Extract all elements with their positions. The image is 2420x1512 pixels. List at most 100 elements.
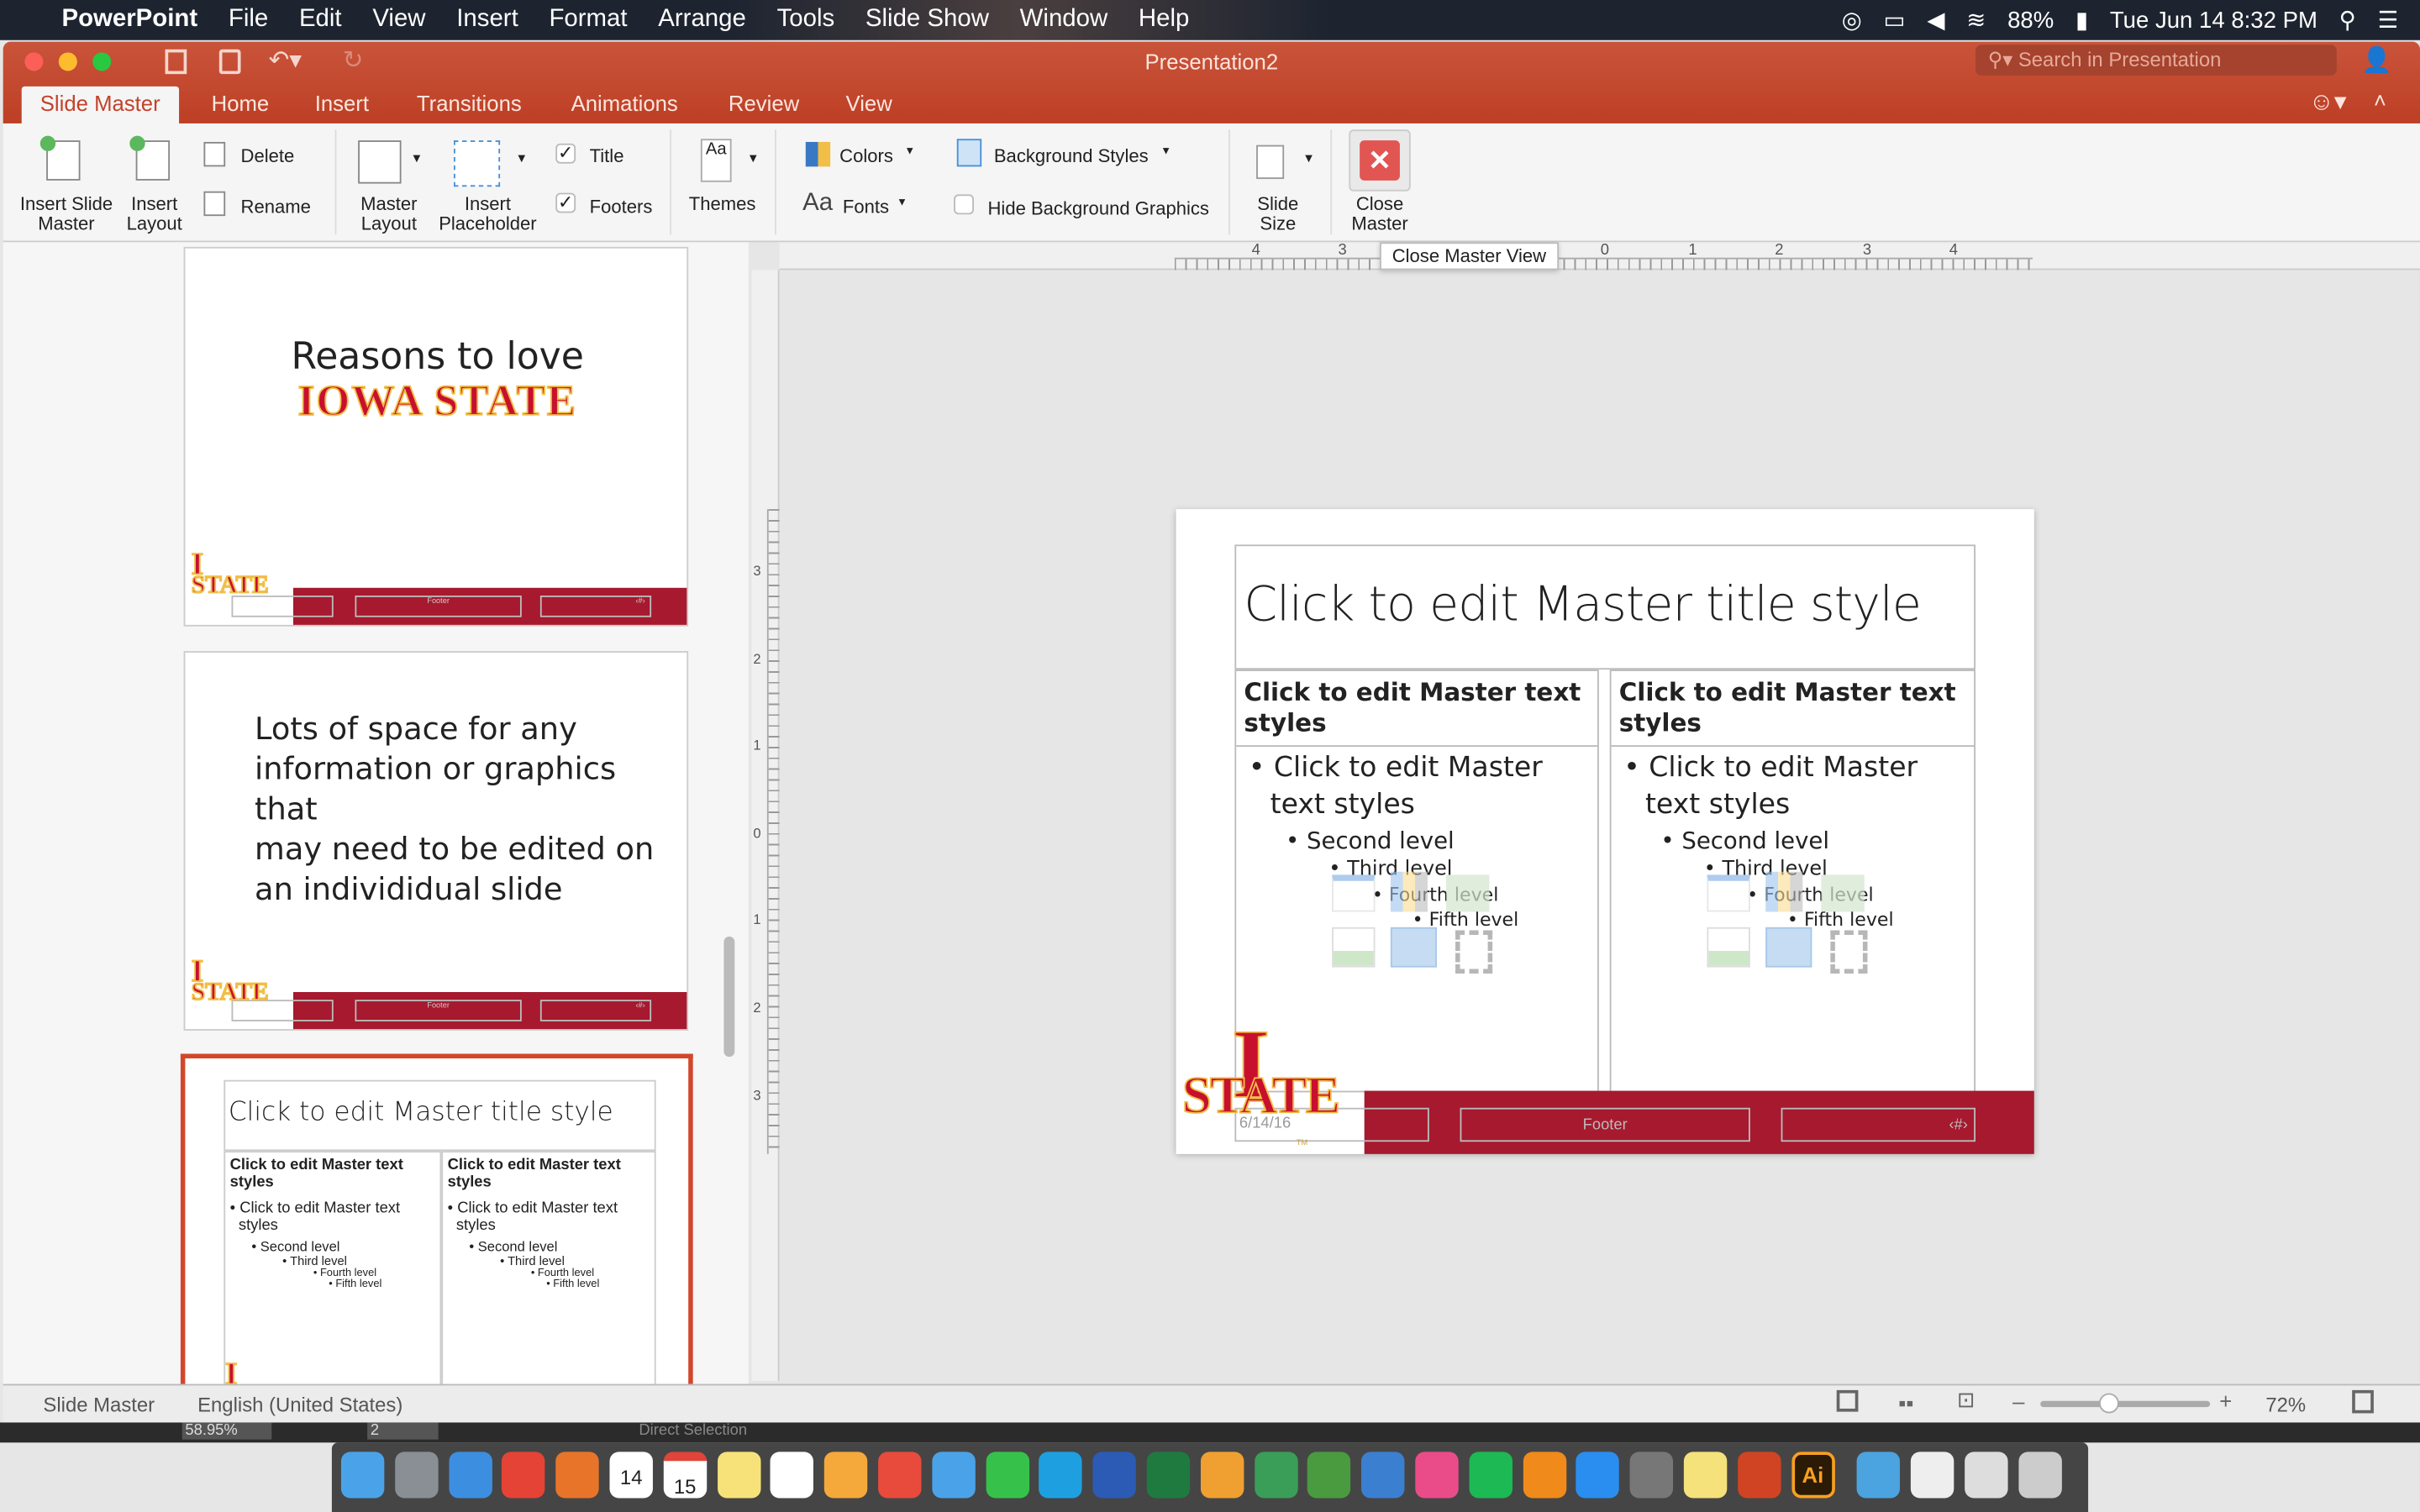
- powerpoint-dock-icon[interactable]: [1737, 1452, 1781, 1499]
- layout-thumbnail-1[interactable]: Reasons to love IOWA STATE Footer ‹#› I …: [183, 246, 689, 627]
- preview-dock-icon[interactable]: [1965, 1452, 2008, 1499]
- normal-view-icon[interactable]: [1836, 1389, 1859, 1412]
- thumbnail-pane-scrollbar[interactable]: [723, 936, 735, 1058]
- zoom-slider[interactable]: [2040, 1393, 2211, 1414]
- zoom-slider-thumb[interactable]: [2098, 1393, 2119, 1414]
- insert-table-icon[interactable]: [1707, 874, 1750, 912]
- numbers-dock-icon[interactable]: [1307, 1452, 1351, 1499]
- excel-dock-icon[interactable]: [1146, 1452, 1191, 1499]
- insert-slide-master-button[interactable]: Insert Slide Master: [15, 133, 117, 238]
- zoom-out-button[interactable]: –: [2012, 1389, 2024, 1413]
- stickies-dock-icon[interactable]: [1683, 1452, 1728, 1499]
- ibooks-dock-icon[interactable]: [1523, 1452, 1566, 1499]
- menu-view[interactable]: View: [372, 6, 425, 34]
- rename-button[interactable]: Rename: [201, 191, 324, 223]
- language-label[interactable]: English (United States): [197, 1394, 402, 1417]
- slide-sorter-icon[interactable]: ▪▪: [1898, 1390, 1913, 1415]
- insert-online-picture-icon[interactable]: [1390, 927, 1437, 968]
- safari-dock-icon[interactable]: [448, 1452, 492, 1499]
- wifi-icon[interactable]: ≋: [1966, 6, 1986, 34]
- menu-format[interactable]: Format: [549, 6, 627, 34]
- photos-dock-icon[interactable]: [824, 1452, 868, 1499]
- title-placeholder[interactable]: Click to edit Master title style: [1234, 544, 1976, 670]
- themes-button[interactable]: Aa ▼ Themes: [682, 133, 763, 238]
- downloads-dock-icon[interactable]: [1857, 1452, 1901, 1499]
- insert-online-picture-icon[interactable]: [1765, 927, 1812, 968]
- creative-cloud-icon[interactable]: ◎: [1842, 6, 1862, 34]
- menu-arrange[interactable]: Arrange: [658, 6, 746, 34]
- chrome-dock-icon[interactable]: [502, 1452, 546, 1499]
- layout-thumbnail-2[interactable]: Lots of space for any information or gra…: [183, 651, 689, 1031]
- insert-picture-icon[interactable]: [1332, 927, 1376, 968]
- horizontal-ruler[interactable]: 4 3 0 1 2 3 4: [779, 242, 2420, 270]
- insert-picture-icon[interactable]: [1707, 927, 1750, 968]
- pages-dock-icon[interactable]: [1200, 1452, 1244, 1499]
- insert-video-icon[interactable]: [1455, 930, 1493, 974]
- feedback-smiley-icon[interactable]: ☺▾: [2309, 87, 2347, 118]
- presenter-view-icon[interactable]: ⊡: [1957, 1387, 1975, 1413]
- footers-checkbox[interactable]: ✓ Footers: [553, 192, 664, 219]
- menu-window[interactable]: Window: [1020, 6, 1108, 34]
- reminders-dock-icon[interactable]: [771, 1452, 814, 1499]
- word-dock-icon[interactable]: [1092, 1452, 1137, 1499]
- clock[interactable]: Tue Jun 14 8:32 PM: [2110, 7, 2317, 33]
- tab-slide-master[interactable]: Slide Master: [21, 86, 179, 123]
- battery-icon[interactable]: ▮: [2075, 6, 2088, 34]
- tab-review[interactable]: Review: [729, 87, 799, 123]
- share-user-icon[interactable]: 👤: [2361, 45, 2392, 76]
- volume-icon[interactable]: ◀: [1927, 6, 1944, 34]
- notification-center-icon[interactable]: ☰: [2378, 6, 2399, 34]
- layout-thumbnail-3-selected[interactable]: Click to edit Master title style Click t…: [180, 1053, 693, 1384]
- delete-button[interactable]: Delete: [201, 141, 324, 173]
- search-input[interactable]: ⚲▾ Search in Presentation: [1975, 45, 2337, 76]
- keynote-dock-icon[interactable]: [1361, 1452, 1405, 1499]
- menu-insert[interactable]: Insert: [456, 6, 518, 34]
- illustrator-dock-icon[interactable]: Ai: [1791, 1452, 1835, 1499]
- menu-edit[interactable]: Edit: [299, 6, 342, 34]
- insert-table-icon[interactable]: [1332, 874, 1376, 912]
- trash-dock-icon[interactable]: [2018, 1452, 2062, 1499]
- slide-size-button[interactable]: ▼ Slide Size: [1238, 133, 1318, 238]
- firefox-dock-icon[interactable]: [555, 1452, 599, 1499]
- menu-tools[interactable]: Tools: [777, 6, 835, 34]
- gmail-dock-icon[interactable]: [878, 1452, 922, 1499]
- app-store-dock-icon[interactable]: [1576, 1452, 1620, 1499]
- menu-app[interactable]: PowerPoint: [61, 6, 197, 34]
- zoom-in-button[interactable]: +: [2219, 1389, 2232, 1413]
- insert-smartart-icon[interactable]: [1821, 874, 1865, 912]
- title-checkbox[interactable]: ✓ Title: [553, 142, 661, 170]
- insert-chart-icon[interactable]: [1390, 871, 1428, 912]
- insert-layout-button[interactable]: Insert Layout: [120, 133, 188, 238]
- slide-number-placeholder[interactable]: ‹#›: [1781, 1107, 1976, 1142]
- airplay-icon[interactable]: ▭: [1884, 6, 1906, 34]
- left-content-placeholder[interactable]: Click to edit Master text styles • Click…: [1234, 669, 1599, 1093]
- system-preferences-dock-icon[interactable]: [1629, 1452, 1674, 1499]
- tab-home[interactable]: Home: [212, 87, 270, 123]
- facetime-dock-icon[interactable]: [985, 1452, 1029, 1499]
- close-master-button[interactable]: ✕ Close Master: [1339, 127, 1420, 238]
- skype-dock-icon[interactable]: [1039, 1452, 1083, 1499]
- insert-placeholder-button[interactable]: ▼ Insert Placeholder: [435, 133, 540, 238]
- background-styles-button[interactable]: Background Styles ▼: [950, 139, 1182, 170]
- itunes-dock-icon[interactable]: [1415, 1452, 1459, 1499]
- tab-transitions[interactable]: Transitions: [417, 87, 522, 123]
- collapse-ribbon-icon[interactable]: ˄: [2374, 88, 2386, 113]
- tab-view[interactable]: View: [846, 87, 892, 123]
- zoom-percentage[interactable]: 72%: [2265, 1394, 2306, 1417]
- insert-video-icon[interactable]: [1830, 930, 1868, 974]
- fonts-button[interactable]: Aa Fonts ▼: [802, 190, 926, 223]
- tab-insert[interactable]: Insert: [315, 87, 369, 123]
- calendar-15-dock-icon[interactable]: 15: [663, 1452, 707, 1499]
- calendar-dock-icon[interactable]: 14: [609, 1452, 653, 1499]
- footer-placeholder[interactable]: Footer: [1460, 1107, 1750, 1142]
- notes-dock-icon[interactable]: [717, 1452, 760, 1499]
- colors-button[interactable]: Colors ▼: [802, 141, 926, 170]
- finder-dock-icon[interactable]: [340, 1452, 385, 1499]
- insert-smartart-icon[interactable]: [1446, 874, 1490, 912]
- messages-dock-icon[interactable]: [932, 1452, 976, 1499]
- slide-master-canvas[interactable]: Click to edit Master title style Click t…: [1176, 509, 2034, 1154]
- fit-to-window-icon[interactable]: [2352, 1389, 2374, 1414]
- right-content-placeholder[interactable]: Click to edit Master text styles • Click…: [1609, 669, 1976, 1093]
- hide-background-graphics-checkbox[interactable]: Hide Background Graphics: [950, 192, 1216, 219]
- google-drive-dock-icon[interactable]: [1254, 1452, 1297, 1499]
